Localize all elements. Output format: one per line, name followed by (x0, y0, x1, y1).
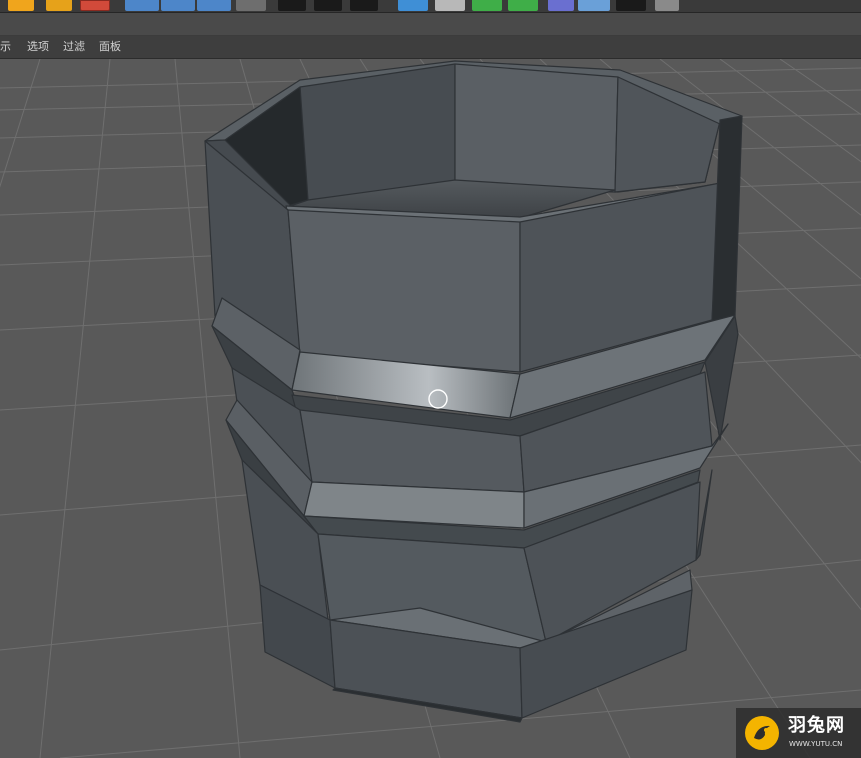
menu-options[interactable]: 选项 (27, 40, 49, 54)
light-icon[interactable] (655, 0, 679, 11)
spline-pen-icon[interactable] (435, 0, 465, 11)
yutu-logo-icon (745, 716, 779, 750)
viewport-canvas[interactable] (0, 59, 861, 758)
3d-viewport[interactable] (0, 59, 861, 758)
camera-icon[interactable] (616, 0, 646, 11)
watermark-badge: 羽兔网 WWW.YUTU.CN (736, 708, 861, 758)
top-toolbar (0, 0, 861, 13)
render-stop-icon[interactable] (80, 0, 110, 11)
edit-render-settings-icon[interactable] (350, 0, 378, 11)
toolbar-gap (0, 13, 861, 36)
rotate-tool-icon[interactable] (197, 0, 231, 11)
menu-panel[interactable]: 面板 (99, 40, 121, 54)
render-region-icon[interactable] (8, 0, 34, 11)
render-view-icon[interactable] (278, 0, 306, 11)
floor-icon[interactable] (578, 0, 610, 11)
watermark-title: 羽兔网 (788, 715, 845, 736)
move-tool-icon[interactable] (125, 0, 159, 11)
menu-filter[interactable]: 过滤 (63, 40, 85, 54)
render-picture-viewer-icon[interactable] (314, 0, 342, 11)
octagonal-cup-model[interactable] (204, 60, 743, 723)
array-icon[interactable] (508, 0, 538, 11)
menu-display[interactable]: 显示 (0, 40, 11, 54)
deformer-icon[interactable] (548, 0, 574, 11)
coordinate-system-icon[interactable] (236, 0, 266, 11)
watermark-url: WWW.YUTU.CN (789, 740, 843, 748)
subdivision-icon[interactable] (472, 0, 502, 11)
cube-primitive-icon[interactable] (398, 0, 428, 11)
render-settings-icon[interactable] (46, 0, 72, 11)
viewport-menubar: 显示 选项 过滤 面板 (0, 36, 861, 59)
scale-tool-icon[interactable] (161, 0, 195, 11)
